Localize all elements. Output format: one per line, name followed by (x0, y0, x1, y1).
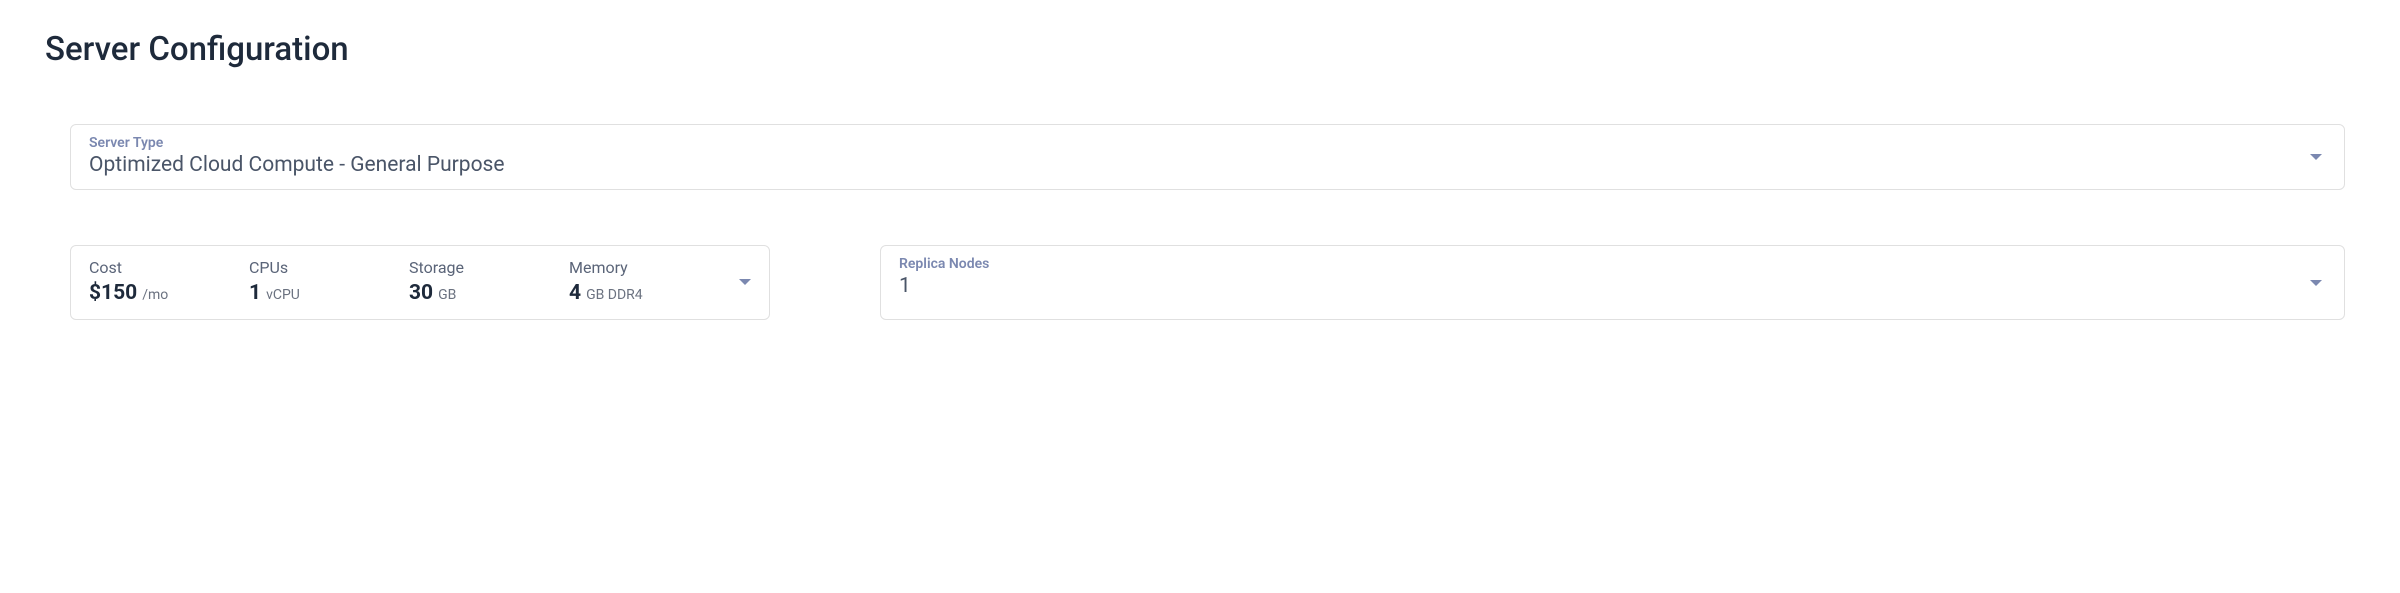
spec-storage-label: Storage (409, 258, 569, 277)
chevron-down-icon (739, 279, 751, 285)
replica-nodes-label: Replica Nodes (899, 256, 2326, 272)
spec-cpus-value: 1 (249, 281, 261, 305)
spec-memory-value: 4 (569, 281, 581, 305)
spec-memory-unit: GB DDR4 (586, 287, 643, 303)
spec-cpus-label: CPUs (249, 258, 409, 277)
spec-storage-value: 30 (409, 281, 433, 305)
server-type-value: Optimized Cloud Compute - General Purpos… (89, 153, 505, 177)
page-title: Server Configuration (45, 30, 2355, 69)
spec-cost-label: Cost (89, 258, 249, 277)
spec-cost-value: $150 (89, 281, 137, 305)
spec-storage: Storage 30 GB (409, 258, 569, 305)
spec-memory-label: Memory (569, 258, 729, 277)
spec-cpus: CPUs 1 vCPU (249, 258, 409, 305)
spec-cpus-unit: vCPU (266, 287, 300, 303)
plan-specs-select[interactable]: Cost $150 /mo CPUs 1 vCPU Storage 30 GB (70, 245, 770, 320)
replica-nodes-value: 1 (899, 274, 911, 298)
replica-nodes-select[interactable]: Replica Nodes 1 (880, 245, 2345, 320)
spec-storage-unit: GB (438, 287, 456, 303)
spec-memory: Memory 4 GB DDR4 (569, 258, 729, 305)
chevron-down-icon (2310, 280, 2322, 286)
spec-cost: Cost $150 /mo (89, 258, 249, 305)
spec-cost-unit: /mo (142, 287, 168, 303)
server-type-select[interactable]: Server Type Optimized Cloud Compute - Ge… (70, 124, 2345, 190)
chevron-down-icon (2310, 154, 2322, 160)
server-type-label: Server Type (89, 135, 2326, 151)
